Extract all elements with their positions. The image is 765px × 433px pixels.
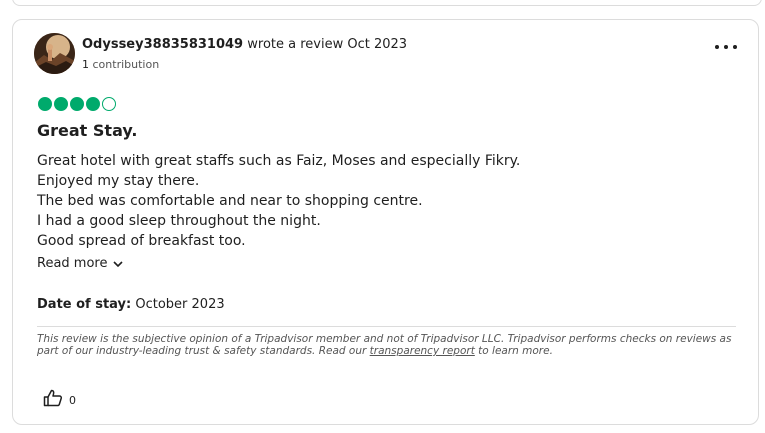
review-card: Odyssey38835831049 wrote a review Oct 20… <box>12 19 759 425</box>
author-line: Odyssey38835831049 wrote a review Oct 20… <box>82 37 407 53</box>
helpful-vote-button[interactable]: 0 <box>43 389 76 411</box>
rating-bubble-empty <box>102 97 116 111</box>
rating-bubble-filled <box>70 97 84 111</box>
author-name-link[interactable]: Odyssey38835831049 <box>82 37 243 52</box>
previous-review-card-edge <box>12 0 762 6</box>
disclaimer-text-end: to learn more. <box>478 345 553 357</box>
review-body-line: Good spread of breakfast too. <box>37 233 246 249</box>
more-options-icon[interactable] <box>715 40 737 54</box>
contribution-number: 1 <box>82 58 89 71</box>
review-disclaimer: This review is the subjective opinion of… <box>37 333 742 357</box>
avatar[interactable] <box>34 33 75 74</box>
more-dot <box>733 45 737 49</box>
review-title: Great Stay. <box>37 121 138 140</box>
divider <box>37 326 736 327</box>
review-body-line: I had a good sleep throughout the night. <box>37 213 321 229</box>
rating-bubble-filled <box>86 97 100 111</box>
contribution-label: contribution <box>92 58 160 71</box>
rating-bubble-filled <box>38 97 52 111</box>
more-dot <box>724 45 728 49</box>
read-more-button[interactable]: Read more <box>37 256 124 272</box>
avatar-image <box>34 33 75 74</box>
helpful-count: 0 <box>69 393 76 407</box>
contribution-count: 1 contribution <box>82 58 159 72</box>
date-of-stay: Date of stay: October 2023 <box>37 297 225 313</box>
thumbs-up-icon <box>43 389 63 411</box>
review-body: Great hotel with great staffs such as Fa… <box>37 151 727 251</box>
review-body-line: Enjoyed my stay there. <box>37 173 200 189</box>
chevron-down-icon <box>113 260 124 268</box>
rating-bubbles <box>38 97 116 111</box>
date-of-stay-value: October 2023 <box>135 297 225 312</box>
transparency-report-link[interactable]: transparency report <box>370 345 475 357</box>
more-dot <box>715 45 719 49</box>
rating-bubble-filled <box>54 97 68 111</box>
review-body-line: The bed was comfortable and near to shop… <box>37 193 423 209</box>
read-more-label: Read more <box>37 256 108 271</box>
review-date-text: wrote a review Oct 2023 <box>247 37 408 52</box>
review-body-line: Great hotel with great staffs such as Fa… <box>37 153 521 169</box>
date-of-stay-label: Date of stay: <box>37 297 132 312</box>
